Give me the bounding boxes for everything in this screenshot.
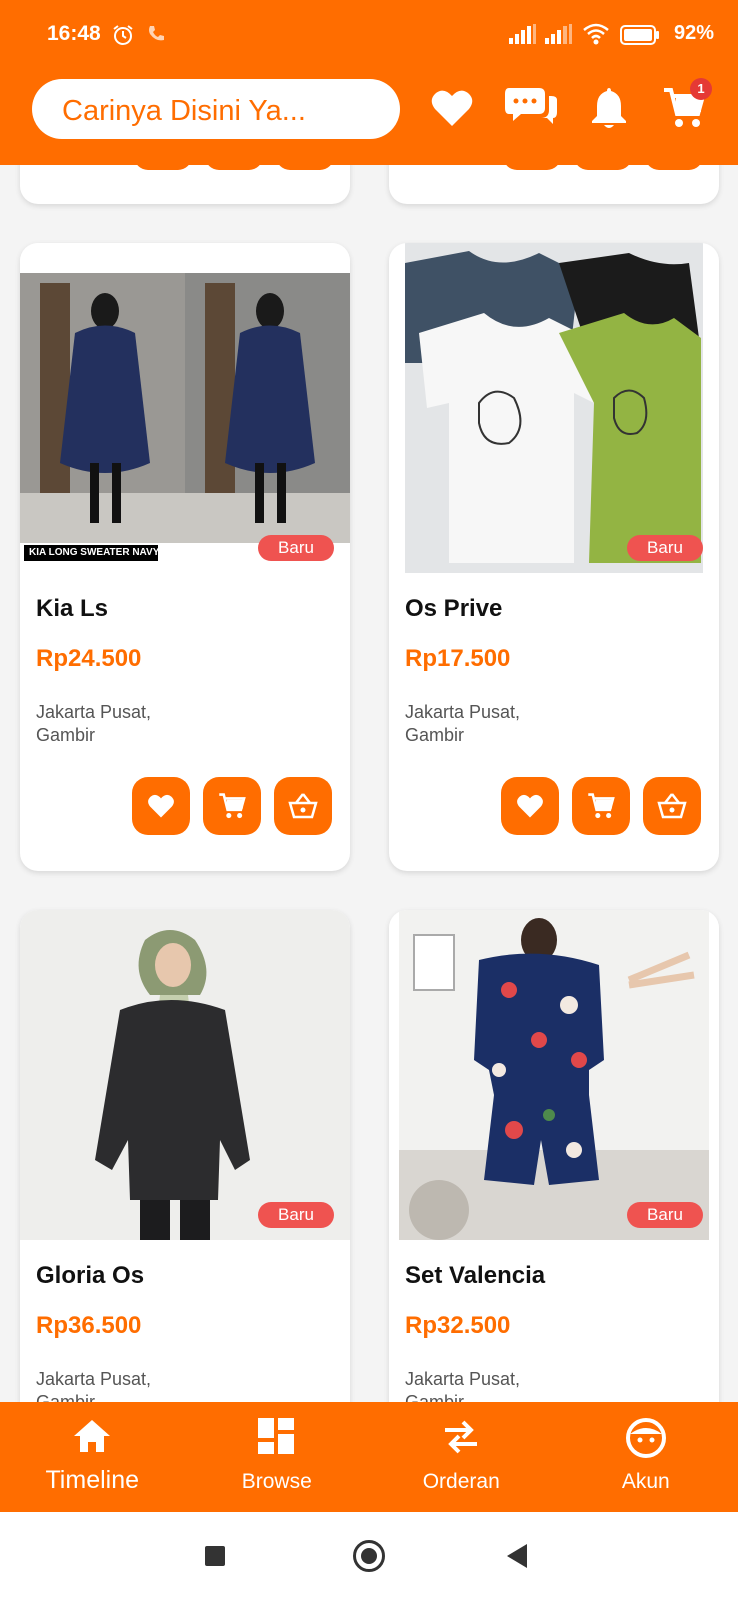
add-wishlist-button[interactable] (501, 777, 559, 835)
system-nav-bar (0, 1512, 738, 1600)
status-time: 16:48 (47, 22, 101, 45)
nav-timeline[interactable]: Timeline (0, 1402, 185, 1512)
basket-icon (288, 793, 318, 819)
nav-label-timeline: Timeline (45, 1466, 140, 1494)
product-photo (389, 243, 719, 573)
new-badge: Baru (258, 535, 334, 561)
product-location: Jakarta Pusat, Gambir (405, 701, 520, 747)
location-line2: Gambir (36, 725, 96, 745)
product-name[interactable]: Os Prive (405, 595, 502, 623)
back-button[interactable] (507, 1544, 527, 1568)
bottom-navigation: Timeline Browse Orderan Akun (0, 1402, 738, 1512)
battery-icon (620, 25, 659, 45)
nav-orderan[interactable]: Orderan (369, 1402, 554, 1512)
product-photo (20, 243, 350, 573)
location-line1: Jakarta Pusat, (405, 702, 521, 722)
buy-basket-button[interactable] (274, 777, 332, 835)
product-image[interactable]: KIA LONG SWEATER NAVY Baru (20, 243, 350, 573)
nav-label-orderan: Orderan (422, 1470, 500, 1493)
wifi-icon (583, 23, 609, 45)
nav-akun[interactable]: Akun (554, 1402, 738, 1512)
notification-bell-icon[interactable] (590, 86, 628, 130)
cart-icon (588, 793, 615, 819)
product-actions (132, 777, 332, 835)
image-caption: KIA LONG SWEATER NAVY (29, 547, 160, 558)
product-card[interactable]: Baru Os Prive Rp17.500 Jakarta Pusat, Ga… (389, 243, 719, 871)
product-image[interactable]: Baru (389, 910, 719, 1240)
alarm-icon (113, 25, 133, 45)
nav-browse[interactable]: Browse (185, 1402, 370, 1512)
phone-call-icon (149, 26, 164, 41)
battery-percent: 92% (673, 22, 714, 44)
product-image[interactable]: Baru (389, 243, 719, 573)
product-price: Rp24.500 (36, 645, 142, 672)
new-badge: Baru (627, 535, 703, 561)
product-card[interactable]: KIA LONG SWEATER NAVY Baru Kia Ls Rp24.5… (20, 243, 350, 871)
new-badge: Baru (258, 1202, 334, 1228)
product-location: Jakarta Pusat, Gambir (36, 701, 151, 747)
cart-count-badge: 1 (690, 78, 712, 100)
status-bar: 16:48 92% (0, 0, 738, 68)
nav-label-akun: Akun (621, 1470, 670, 1493)
nav-label-browse: Browse (241, 1470, 312, 1493)
heart-icon (517, 794, 543, 818)
chat-icon[interactable] (505, 84, 557, 132)
search-placeholder: Carinya Disini Ya... (62, 95, 306, 127)
search-bar[interactable]: Carinya Disini Ya... (32, 79, 400, 139)
heart-icon (148, 794, 174, 818)
home-icon (74, 1420, 111, 1452)
product-price: Rp32.500 (405, 1312, 511, 1339)
add-to-cart-button[interactable] (572, 777, 630, 835)
product-photo (20, 910, 350, 1240)
home-button[interactable] (353, 1540, 385, 1572)
location-line1: Jakarta Pusat, (405, 1369, 521, 1389)
product-name[interactable]: Gloria Os (36, 1262, 144, 1290)
product-photo (389, 910, 719, 1240)
buy-basket-button[interactable] (643, 777, 701, 835)
product-actions (501, 777, 701, 835)
signal-icon (509, 24, 536, 44)
location-line1: Jakarta Pusat, (36, 702, 152, 722)
add-to-cart-button[interactable] (203, 777, 261, 835)
product-image[interactable]: Baru (20, 910, 350, 1240)
product-name[interactable]: Set Valencia (405, 1262, 545, 1290)
signal-icon-2 (545, 24, 572, 44)
swap-icon (445, 1420, 478, 1454)
location-line1: Jakarta Pusat, (36, 1369, 152, 1389)
add-wishlist-button[interactable] (132, 777, 190, 835)
product-price: Rp17.500 (405, 645, 511, 672)
app-header: 16:48 92% Carinya Disini Ya... 1 (0, 0, 738, 165)
basket-icon (657, 793, 687, 819)
screen: 16:48 92% Carinya Disini Ya... 1 KIA LON… (0, 0, 738, 1600)
cart-icon (219, 793, 246, 819)
product-price: Rp36.500 (36, 1312, 142, 1339)
face-icon (625, 1418, 666, 1458)
grid-icon (257, 1418, 294, 1454)
product-name[interactable]: Kia Ls (36, 595, 108, 623)
wishlist-heart-icon[interactable] (430, 88, 474, 128)
new-badge: Baru (627, 1202, 703, 1228)
location-line2: Gambir (405, 725, 465, 745)
recents-button[interactable] (205, 1546, 225, 1566)
